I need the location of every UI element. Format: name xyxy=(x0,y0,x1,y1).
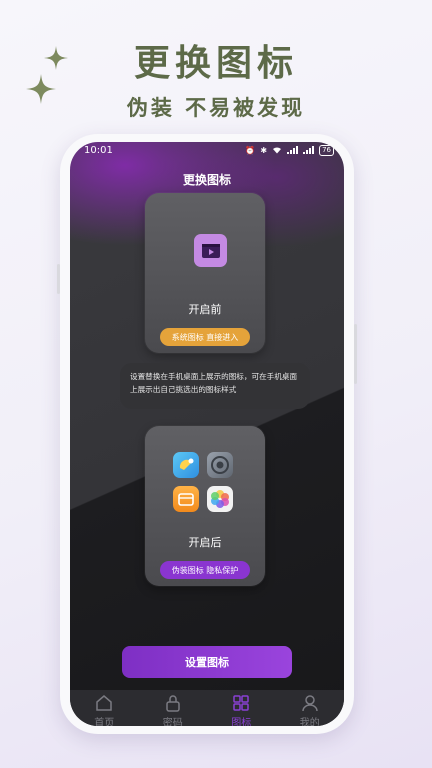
page-title: 更换图标 xyxy=(182,173,231,187)
before-label: 开启前 xyxy=(188,303,222,316)
power-button xyxy=(354,324,357,384)
video-app-icon xyxy=(194,234,227,267)
promo-subtitle: 伪装 不易被发现 xyxy=(126,96,306,120)
before-card: 开启前 系统图标 直接进入 xyxy=(145,193,265,353)
tab-icons[interactable]: 图标 xyxy=(207,690,276,726)
signal-icon xyxy=(303,146,315,154)
bottom-tab-bar: 首页 密码 图标 我的 xyxy=(70,690,344,726)
settings-app-icon xyxy=(207,452,233,478)
photos-app-icon xyxy=(207,486,233,512)
user-icon xyxy=(302,695,318,712)
status-time: 10:01 xyxy=(84,144,113,156)
volume-button xyxy=(57,264,60,294)
after-card: 开启后 伪装图标 隐私保护 xyxy=(145,426,265,586)
tab-home[interactable]: 首页 xyxy=(70,690,139,726)
phone-screen: 10:01 ⏰ ✱ 76 更换图标 开启前 系统图标 直接进入 设置替换在手机桌… xyxy=(70,142,344,726)
tab-password[interactable]: 密码 xyxy=(139,690,208,726)
promo-title: 更换图标 xyxy=(133,43,298,84)
after-label: 开启后 xyxy=(188,536,222,549)
before-pill: 系统图标 直接进入 xyxy=(160,328,250,346)
signal-icon xyxy=(287,146,299,154)
notes-app-icon xyxy=(173,452,199,478)
lock-icon xyxy=(166,695,180,712)
tab-mine[interactable]: 我的 xyxy=(276,690,345,726)
calendar-app-icon xyxy=(173,486,199,512)
status-icons: ⏰ ✱ 76 xyxy=(245,144,334,156)
battery-indicator: 76 xyxy=(319,144,334,156)
grid-icon xyxy=(233,695,249,711)
phone-frame: 10:01 ⏰ ✱ 76 更换图标 开启前 系统图标 直接进入 设置替换在手机桌… xyxy=(57,134,357,734)
wifi-icon xyxy=(273,147,282,154)
tab-label: 我的 xyxy=(299,718,320,726)
tab-label: 首页 xyxy=(94,718,115,726)
alarm-icon: ⏰ xyxy=(245,145,256,155)
description-text: 设置替换在手机桌面上展示的图标，可在手机桌面上展示出自己挑选出的图标样式 xyxy=(120,363,310,409)
tab-label: 图标 xyxy=(231,718,252,726)
status-bar: 10:01 ⏰ ✱ 76 xyxy=(70,142,344,158)
bluetooth-icon: ✱ xyxy=(260,145,268,155)
after-pill: 伪装图标 隐私保护 xyxy=(160,561,250,579)
tab-label: 密码 xyxy=(162,718,183,726)
set-icon-button[interactable]: 设置图标 xyxy=(122,646,292,678)
home-icon xyxy=(96,695,112,711)
disguise-icon-grid xyxy=(171,450,237,516)
